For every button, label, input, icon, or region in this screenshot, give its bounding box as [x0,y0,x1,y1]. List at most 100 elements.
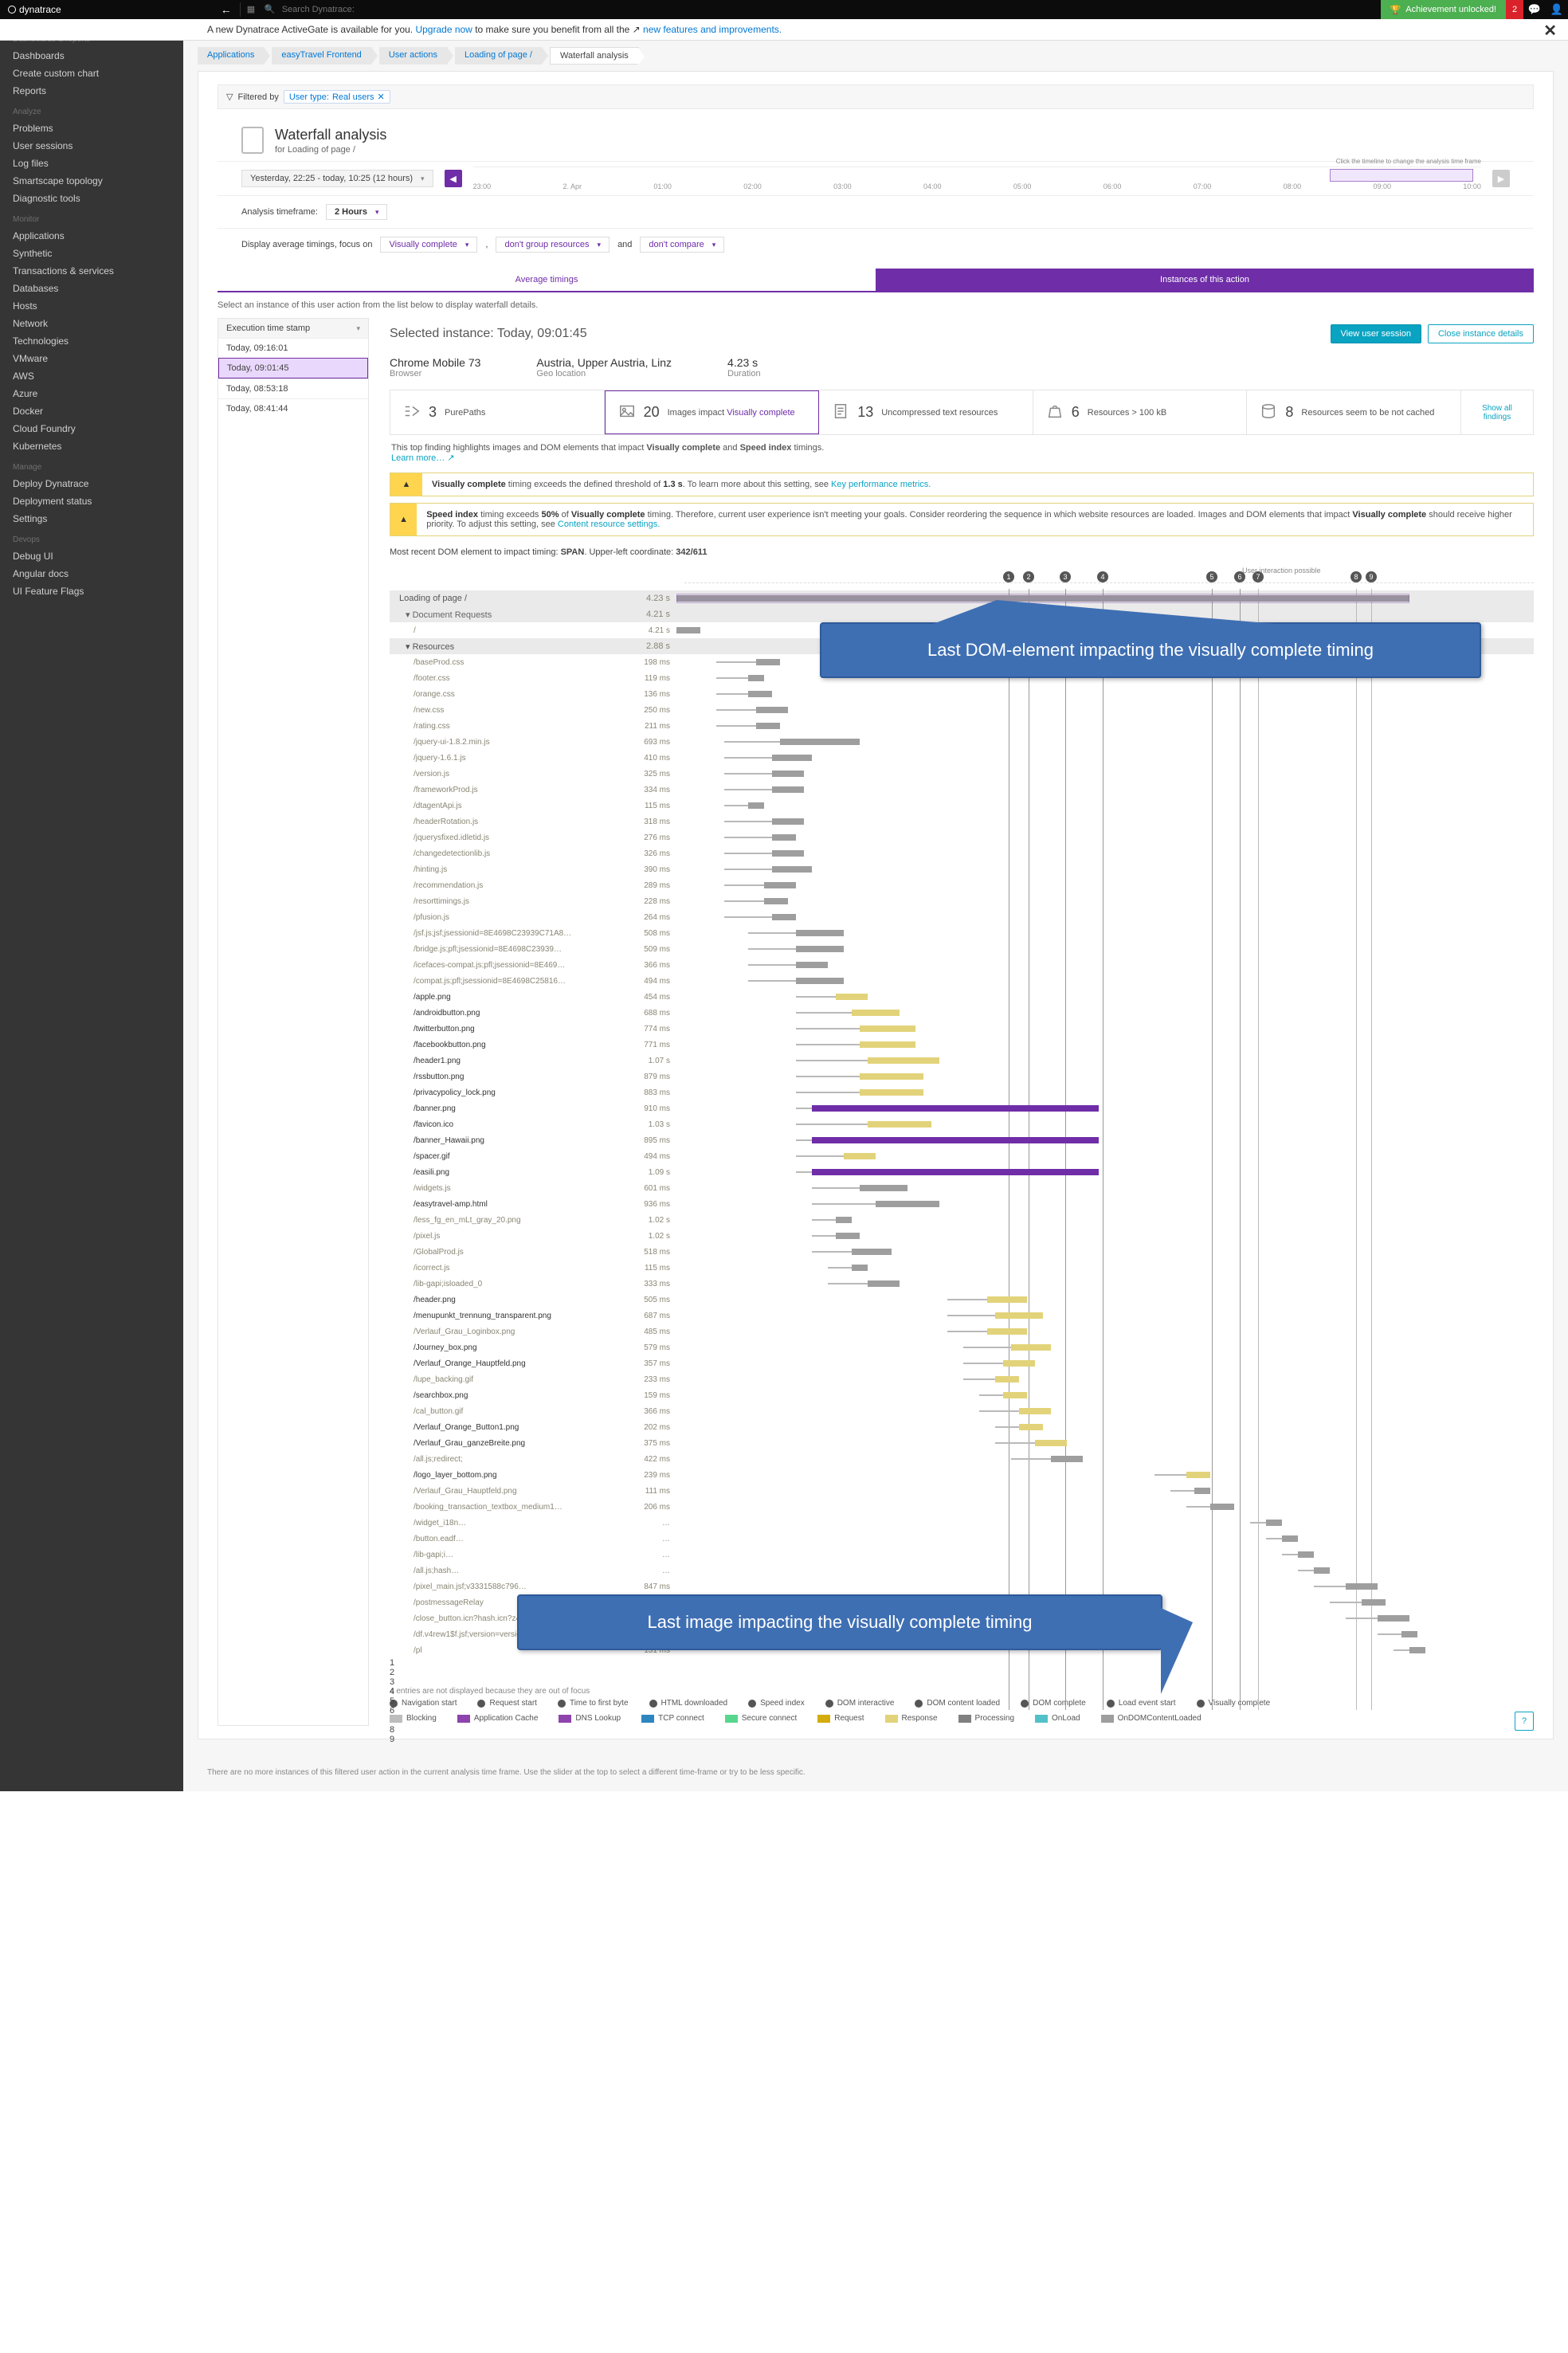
sidebar-item[interactable]: Reports [0,82,183,100]
time-range-select[interactable]: Yesterday, 22:25 - today, 10:25 (12 hour… [241,170,433,187]
upgrade-link[interactable]: Upgrade now [415,24,472,35]
finding-tile[interactable]: 6Resources > 100 kB [1033,390,1248,434]
waterfall-row[interactable]: /logo_layer_bottom.png239 ms [390,1467,1534,1483]
close-instance-button[interactable]: Close instance details [1428,324,1534,343]
learn-more-link[interactable]: Learn more… ↗ [391,453,455,463]
crumb[interactable]: Loading of page / [455,47,542,65]
sidebar-item[interactable]: Kubernetes [0,437,183,455]
sidebar-item[interactable]: Transactions & services [0,262,183,280]
sidebar-item[interactable]: Technologies [0,332,183,350]
brand-logo[interactable]: dynatrace [0,4,69,15]
waterfall-row[interactable]: /booking_transaction_textbox_medium1…206… [390,1499,1534,1515]
crumb[interactable]: easyTravel Frontend [272,47,370,65]
waterfall-row[interactable]: /all.js;hash…… [390,1563,1534,1578]
notification-count[interactable]: 2 [1506,0,1523,19]
timing-marker[interactable]: 8 [1350,571,1362,582]
waterfall-row[interactable]: /lib-gapi;isloaded_0333 ms [390,1276,1534,1292]
sidebar-item[interactable]: Deployment status [0,492,183,510]
waterfall-row[interactable]: /rssbutton.png879 ms [390,1069,1534,1084]
waterfall-row[interactable]: /Verlauf_Orange_Hauptfeld.png357 ms [390,1355,1534,1371]
tab-instances[interactable]: Instances of this action [876,269,1534,292]
compare-select[interactable]: don't compare [640,237,724,253]
waterfall-row[interactable]: /Verlauf_Grau_Loginbox.png485 ms [390,1324,1534,1339]
show-all-findings[interactable]: Show all findings [1461,390,1533,434]
crumb[interactable]: User actions [379,47,447,65]
waterfall-row[interactable]: /pixel.js1.02 s [390,1228,1534,1244]
waterfall-row[interactable]: /version.js325 ms [390,766,1534,782]
sidebar-item[interactable]: User sessions [0,137,183,155]
sidebar-item[interactable]: Create custom chart [0,65,183,82]
waterfall-row[interactable]: /widgets.js601 ms [390,1180,1534,1196]
back-button[interactable]: ← [213,3,240,16]
waterfall-row[interactable]: /jquery-1.6.1.js410 ms [390,750,1534,766]
waterfall-row[interactable]: /privacypolicy_lock.png883 ms [390,1084,1534,1100]
instance-row[interactable]: Today, 08:41:44 [218,398,368,418]
user-icon[interactable]: 👤 [1546,3,1568,16]
waterfall-row[interactable]: /Verlauf_Grau_Hauptfeld.png111 ms [390,1483,1534,1499]
waterfall-row[interactable]: /all.js;redirect;422 ms [390,1451,1534,1467]
waterfall-row[interactable]: /spacer.gif494 ms [390,1148,1534,1164]
sidebar-item[interactable]: Deploy Dynatrace [0,475,183,492]
waterfall-row[interactable]: /bridge.js;pfl;jsessionid=8E4698C23939…5… [390,941,1534,957]
sidebar-item[interactable]: Docker [0,402,183,420]
achievement-banner[interactable]: 🏆Achievement unlocked! [1381,0,1506,19]
waterfall-row[interactable]: /lupe_backing.gif233 ms [390,1371,1534,1387]
search-input[interactable] [282,5,425,14]
instance-list-header[interactable]: Execution time stamp [218,319,368,338]
waterfall-row[interactable]: /widget_i18n…… [390,1515,1534,1531]
waterfall-row[interactable]: /Journey_box.png579 ms [390,1339,1534,1355]
sidebar-item[interactable]: Synthetic [0,245,183,262]
waterfall-row[interactable]: /icorrect.js115 ms [390,1260,1534,1276]
chat-icon[interactable]: 💬 [1523,3,1546,16]
waterfall-row[interactable]: /header.png505 ms [390,1292,1534,1308]
close-banner-icon[interactable]: ✕ [1543,21,1557,41]
waterfall-row[interactable]: /androidbutton.png688 ms [390,1005,1534,1021]
tab-average[interactable]: Average timings [218,269,876,292]
waterfall-row[interactable]: /twitterbutton.png774 ms [390,1021,1534,1037]
features-link[interactable]: new features and improvements. [643,24,782,35]
waterfall-row[interactable]: /GlobalProd.js518 ms [390,1244,1534,1260]
sidebar-item[interactable]: Angular docs [0,565,183,582]
instance-row[interactable]: Today, 09:01:45 [218,358,368,378]
timing-marker[interactable]: 8 [390,1725,1534,1735]
waterfall-row[interactable]: /frameworkProd.js334 ms [390,782,1534,798]
timing-marker[interactable]: 4 [390,1687,1534,1696]
waterfall-row[interactable]: /Verlauf_Orange_Button1.png202 ms [390,1419,1534,1435]
finding-tile[interactable]: 3PurePaths [390,390,605,434]
sidebar-item[interactable]: UI Feature Flags [0,582,183,600]
remove-chip-icon[interactable]: ✕ [378,92,385,102]
timing-marker[interactable]: 3 [1060,571,1071,582]
waterfall-row[interactable]: /easytravel-amp.html936 ms [390,1196,1534,1212]
timing-marker[interactable]: 1 [1003,571,1014,582]
waterfall-row[interactable]: /icefaces-compat.js;pfl;jsessionid=8E469… [390,957,1534,973]
sidebar-item[interactable]: Smartscape topology [0,172,183,190]
timing-marker[interactable]: 4 [1097,571,1108,582]
sidebar-item[interactable]: Applications [0,227,183,245]
waterfall-row[interactable]: /searchbox.png159 ms [390,1387,1534,1403]
help-button[interactable]: ? [1515,1712,1534,1731]
waterfall-row[interactable]: /resorttimings.js228 ms [390,893,1534,909]
finding-tile[interactable]: 13Uncompressed text resources [819,390,1033,434]
dashboard-icon[interactable]: ▦ [247,4,258,15]
content-settings-link[interactable]: Content resource settings. [558,520,660,529]
timing-marker[interactable]: 3 [390,1677,1534,1687]
timing-marker[interactable]: 9 [390,1735,1534,1744]
waterfall-row[interactable]: /new.css250 ms [390,702,1534,718]
timing-marker[interactable]: 1 [390,1658,1534,1668]
timing-marker[interactable]: 2 [390,1668,1534,1677]
waterfall-row[interactable]: /apple.png454 ms [390,989,1534,1005]
sidebar-item[interactable]: Databases [0,280,183,297]
time-selection[interactable] [1330,169,1473,182]
waterfall-row[interactable]: /easili.png1.09 s [390,1164,1534,1180]
waterfall-row[interactable]: /jquery-ui-1.8.2.min.js693 ms [390,734,1534,750]
timing-marker[interactable]: 2 [1023,571,1034,582]
waterfall-row[interactable]: /orange.css136 ms [390,686,1534,702]
waterfall-row[interactable]: /cal_button.gif366 ms [390,1403,1534,1419]
time-prev-button[interactable]: ◀ [445,170,462,187]
sidebar-item[interactable]: Settings [0,510,183,527]
waterfall-row[interactable]: /hinting.js390 ms [390,861,1534,877]
sidebar-item[interactable]: Diagnostic tools [0,190,183,207]
time-next-button[interactable]: ▶ [1492,170,1510,187]
waterfall-row[interactable]: /pixel_main.jsf;v3331588c796…847 ms [390,1578,1534,1594]
waterfall-row[interactable]: /favicon.ico1.03 s [390,1116,1534,1132]
